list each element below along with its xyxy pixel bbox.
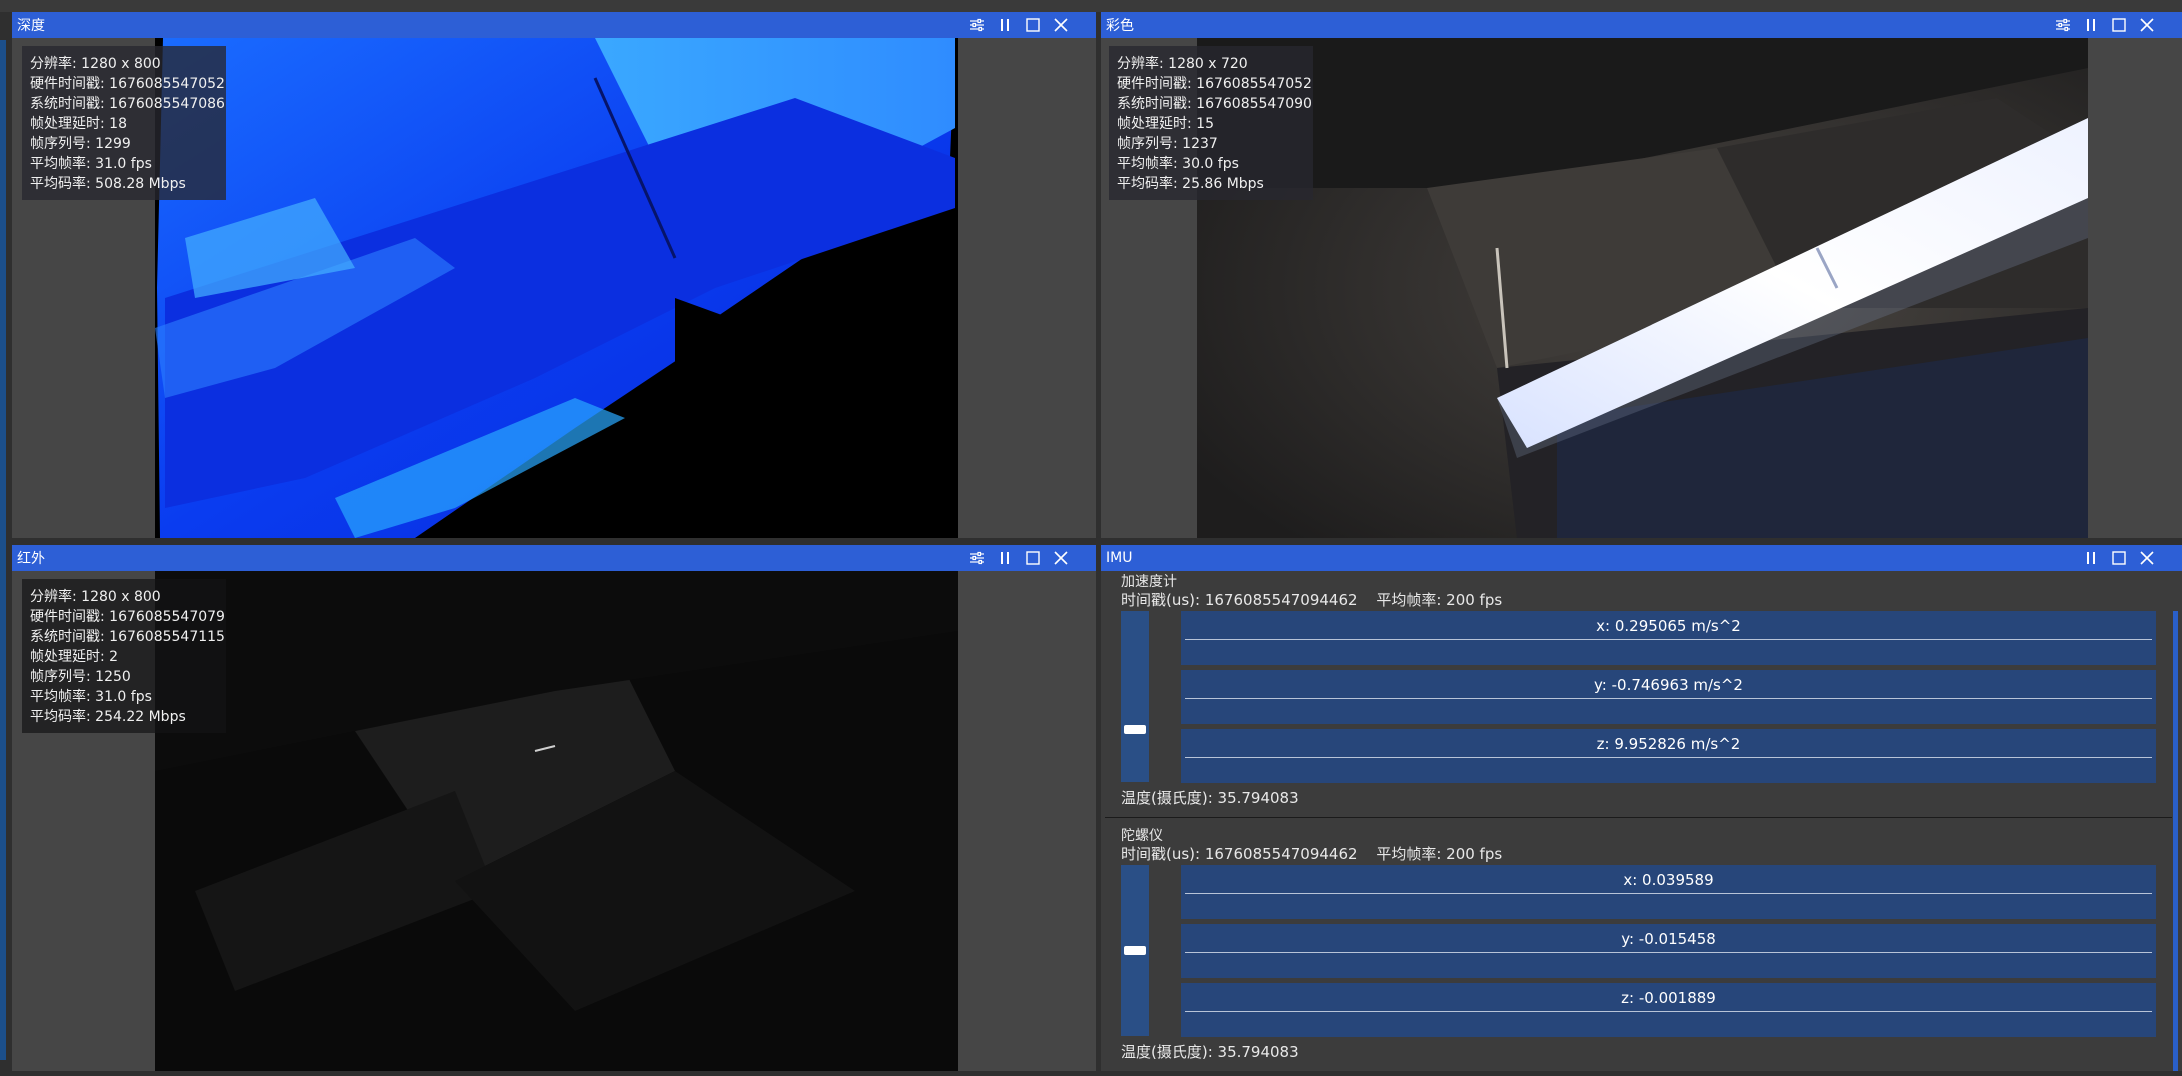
accelerometer-temperature: 温度(摄氏度): 35.794083 [1121,789,1299,807]
bar-line [1185,639,2152,640]
sliders-icon[interactable] [2050,12,2076,38]
gyroscope-bars: x: 0.039589 y: -0.015458 z: -0.001889 [1181,865,2156,1042]
gyro-x-value: x: 0.039589 [1623,871,1714,889]
pause-icon[interactable] [992,12,1018,38]
pause-icon[interactable] [992,545,1018,571]
gyro-z-bar: z: -0.001889 [1181,983,2156,1037]
ir-panel: 红外 分辨率: 1280 x 800 硬件时间戳: 1676085547079 … [12,545,1096,1071]
ir-stats-overlay: 分辨率: 1280 x 800 硬件时间戳: 1676085547079 系统时… [22,579,226,733]
imu-scrollbar[interactable] [2173,611,2178,1071]
stat-bitrate: 平均码率: 25.86 Mbps [1117,176,1264,192]
color-stats-overlay: 分辨率: 1280 x 720 硬件时间戳: 1676085547052 系统时… [1109,46,1313,200]
stat-latency: 帧处理延时: 18 [30,116,127,132]
stat-latency: 帧处理延时: 2 [30,649,119,665]
left-dock-edge [0,40,6,1060]
ir-view: 分辨率: 1280 x 800 硬件时间戳: 1676085547079 系统时… [12,571,1096,1071]
accelerometer-info: 时间戳(us): 1676085547094462 平均帧率: 200 fps [1121,589,1502,610]
gyroscope-slider[interactable] [1121,865,1149,1036]
stat-hw-timestamp: 硬件时间戳: 1676085547079 [30,609,225,625]
color-panel: 彩色 分辨率: 1280 x 720 硬件时间戳: 1676085547052 … [1101,12,2182,538]
maximize-icon[interactable] [2106,545,2132,571]
accelerometer-bars: x: 0.295065 m/s^2 y: -0.746963 m/s^2 z: … [1181,611,2156,788]
panel-title: 彩色 [1106,18,1134,34]
pause-icon[interactable] [2078,545,2104,571]
accelerometer-title: 加速度计 [1121,574,1177,590]
depth-image [155,38,958,538]
imu-panel-header: IMU [1101,545,2182,571]
accelerometer-section: 加速度计 时间戳(us): 1676085547094462 平均帧率: 200… [1101,571,2182,826]
accelerometer-timestamp: 时间戳(us): 1676085547094462 [1121,591,1358,609]
bar-line [1185,952,2152,953]
gyroscope-title: 陀螺仪 [1121,828,1163,844]
stat-latency: 帧处理延时: 15 [1117,116,1214,132]
accel-y-value: y: -0.746963 m/s^2 [1594,676,1743,694]
gyroscope-section: 陀螺仪 时间戳(us): 1676085547094462 平均帧率: 200 … [1101,825,2182,1071]
accel-x-value: x: 0.295065 m/s^2 [1596,617,1741,635]
bar-line [1185,698,2152,699]
top-strip [0,0,2182,12]
accel-z-value: z: 9.952826 m/s^2 [1596,735,1741,753]
accelerometer-slider[interactable] [1121,611,1149,782]
stat-resolution: 分辨率: 1280 x 800 [30,56,161,72]
stat-frame-index: 帧序列号: 1237 [1117,136,1218,152]
gyro-y-bar: y: -0.015458 [1181,924,2156,978]
accel-z-bar: z: 9.952826 m/s^2 [1181,729,2156,783]
maximize-icon[interactable] [2106,12,2132,38]
color-panel-header: 彩色 [1101,12,2182,38]
gyro-z-value: z: -0.001889 [1621,989,1716,1007]
stat-bitrate: 平均码率: 508.28 Mbps [30,176,186,192]
gyro-x-bar: x: 0.039589 [1181,865,2156,919]
stat-bitrate: 平均码率: 254.22 Mbps [30,709,186,725]
ir-panel-header: 红外 [12,545,1096,571]
bar-line [1185,1011,2152,1012]
pause-icon[interactable] [2078,12,2104,38]
maximize-icon[interactable] [1020,545,1046,571]
depth-panel-header: 深度 [12,12,1096,38]
sliders-icon[interactable] [964,545,990,571]
gyroscope-timestamp: 时间戳(us): 1676085547094462 [1121,845,1358,863]
gyroscope-temperature: 温度(摄氏度): 35.794083 [1121,1043,1299,1061]
accelerometer-fps: 平均帧率: 200 fps [1376,591,1503,609]
stat-resolution: 分辨率: 1280 x 800 [30,589,161,605]
stat-fps: 平均帧率: 30.0 fps [1117,156,1239,172]
depth-view: 分辨率: 1280 x 800 硬件时间戳: 1676085547052 系统时… [12,38,1096,538]
imu-content: 加速度计 时间戳(us): 1676085547094462 平均帧率: 200… [1101,571,2182,1071]
stat-hw-timestamp: 硬件时间戳: 1676085547052 [1117,76,1312,92]
stat-fps: 平均帧率: 31.0 fps [30,689,152,705]
bar-line [1185,757,2152,758]
ir-image [155,571,958,1071]
stat-sys-timestamp: 系统时间戳: 1676085547086 [30,96,225,112]
maximize-icon[interactable] [1020,12,1046,38]
close-icon[interactable] [2134,12,2160,38]
color-view: 分辨率: 1280 x 720 硬件时间戳: 1676085547052 系统时… [1101,38,2182,538]
close-icon[interactable] [2134,545,2160,571]
slider-handle[interactable] [1124,946,1146,955]
close-icon[interactable] [1048,545,1074,571]
stat-sys-timestamp: 系统时间戳: 1676085547115 [30,629,225,645]
depth-panel: 深度 分辨率: 1280 x 800 硬件时间戳: 1676085547052 … [12,12,1096,538]
accel-x-bar: x: 0.295065 m/s^2 [1181,611,2156,665]
stat-resolution: 分辨率: 1280 x 720 [1117,56,1248,72]
panel-title: 深度 [17,18,45,34]
stat-sys-timestamp: 系统时间戳: 1676085547090 [1117,96,1312,112]
gyroscope-fps: 平均帧率: 200 fps [1376,845,1503,863]
section-divider [1105,817,2172,818]
sliders-icon[interactable] [964,12,990,38]
close-icon[interactable] [1048,12,1074,38]
app-window: 深度 分辨率: 1280 x 800 硬件时间戳: 1676085547052 … [0,0,2182,1076]
gyro-y-value: y: -0.015458 [1621,930,1716,948]
stat-hw-timestamp: 硬件时间戳: 1676085547052 [30,76,225,92]
stat-frame-index: 帧序列号: 1250 [30,669,131,685]
panel-title: IMU [1106,550,1133,566]
depth-stats-overlay: 分辨率: 1280 x 800 硬件时间戳: 1676085547052 系统时… [22,46,226,200]
stat-frame-index: 帧序列号: 1299 [30,136,131,152]
color-image [1197,38,2088,538]
accel-y-bar: y: -0.746963 m/s^2 [1181,670,2156,724]
panel-title: 红外 [17,551,45,567]
gyroscope-info: 时间戳(us): 1676085547094462 平均帧率: 200 fps [1121,843,1502,864]
imu-panel: IMU 加速度计 时间戳(us): 1676085547094462 平均帧率:… [1101,545,2182,1071]
stat-fps: 平均帧率: 31.0 fps [30,156,152,172]
bar-line [1185,893,2152,894]
slider-handle[interactable] [1124,725,1146,734]
